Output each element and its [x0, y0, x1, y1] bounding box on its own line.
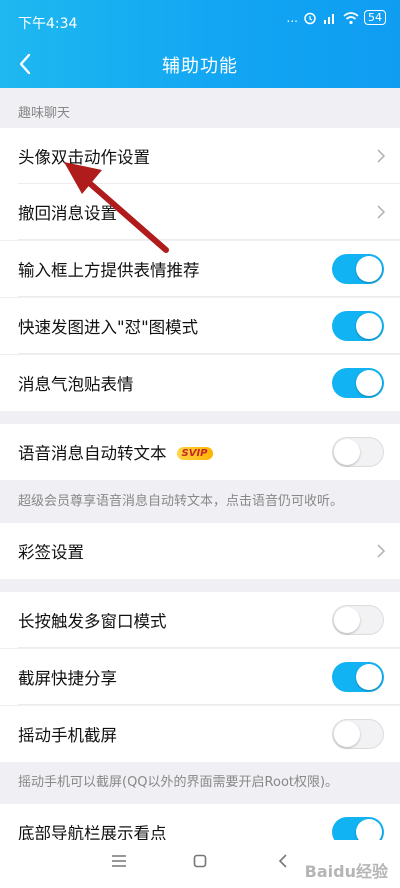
- row-label: 彩签设置: [18, 543, 84, 562]
- emoji-recommend-toggle[interactable]: [332, 254, 384, 284]
- section-label-fun-chat: 趣味聊天: [18, 106, 71, 121]
- row-label: 语音消息自动转文本 SVIP: [18, 440, 213, 464]
- app-header: 下午4:34 ... 54 辅助功能: [0, 0, 400, 88]
- status-time: 下午4:34: [18, 16, 78, 32]
- row-label: 截屏快捷分享: [18, 669, 117, 688]
- row-screenshot-share: 截屏快捷分享: [0, 649, 400, 705]
- divider: [18, 239, 400, 240]
- chevron-right-icon: [377, 149, 386, 163]
- bubble-sticker-toggle[interactable]: [332, 368, 384, 398]
- toggle-knob: [334, 607, 360, 633]
- row-recall-settings[interactable]: 撤回消息设置: [0, 184, 400, 240]
- voice-to-text-toggle[interactable]: [332, 437, 384, 467]
- watermark: Baidu经验: [304, 862, 388, 881]
- divider: [18, 296, 400, 297]
- voice-note: 超级会员尊享语音消息自动转文本，点击语音仍可收听。: [18, 494, 344, 509]
- toggle-knob: [334, 721, 360, 747]
- row-quick-image-mode: 快速发图进入"怼"图模式: [0, 298, 400, 354]
- voice-to-text-label: 语音消息自动转文本: [18, 444, 167, 463]
- row-label: 输入框上方提供表情推荐: [18, 261, 200, 280]
- row-label: 头像双击动作设置: [18, 148, 150, 167]
- screenshot-share-toggle[interactable]: [332, 662, 384, 692]
- row-avatar-double-tap[interactable]: 头像双击动作设置: [0, 128, 400, 184]
- row-label: 摇动手机截屏: [18, 726, 117, 745]
- shake-note: 摇动手机可以截屏(QQ以外的界面需要开启Root权限)。: [18, 775, 339, 790]
- divider: [18, 704, 400, 705]
- row-multi-window: 长按触发多窗口模式: [0, 592, 400, 648]
- row-emoji-recommend: 输入框上方提供表情推荐: [0, 241, 400, 297]
- chevron-right-icon: [377, 544, 386, 558]
- row-label: 消息气泡贴表情: [18, 375, 134, 394]
- row-label: 撤回消息设置: [18, 204, 117, 223]
- nav-bar: 辅助功能: [0, 40, 400, 88]
- hd-signal-icon: [324, 13, 334, 24]
- toggle-knob: [356, 313, 382, 339]
- toggle-knob: [356, 664, 382, 690]
- battery-icon: 54: [364, 10, 386, 25]
- row-label: 长按触发多窗口模式: [18, 612, 167, 631]
- chevron-right-icon: [377, 205, 386, 219]
- page-title: 辅助功能: [162, 56, 238, 77]
- status-dots: ...: [286, 10, 298, 25]
- row-shake-screenshot: 摇动手机截屏: [0, 706, 400, 762]
- row-label: 快速发图进入"怼"图模式: [18, 318, 199, 337]
- home-icon[interactable]: [193, 854, 207, 868]
- row-color-sign[interactable]: 彩签设置: [0, 523, 400, 579]
- multi-window-toggle[interactable]: [332, 605, 384, 635]
- shake-screenshot-toggle[interactable]: [332, 719, 384, 749]
- quick-image-toggle[interactable]: [332, 311, 384, 341]
- wifi-icon: [343, 11, 359, 24]
- divider: [18, 647, 400, 648]
- toggle-knob: [334, 439, 360, 465]
- divider: [18, 353, 400, 354]
- row-voice-to-text: 语音消息自动转文本 SVIP: [0, 424, 400, 480]
- toggle-knob: [356, 256, 382, 282]
- row-bubble-sticker: 消息气泡贴表情: [0, 355, 400, 411]
- svip-badge: SVIP: [176, 447, 213, 460]
- back-nav-icon[interactable]: [278, 854, 288, 868]
- status-bar: 下午4:34 ... 54: [0, 0, 400, 40]
- alarm-icon: [304, 12, 316, 24]
- toggle-knob: [356, 370, 382, 396]
- status-icons: ... 54: [287, 10, 386, 25]
- menu-icon[interactable]: [111, 854, 127, 868]
